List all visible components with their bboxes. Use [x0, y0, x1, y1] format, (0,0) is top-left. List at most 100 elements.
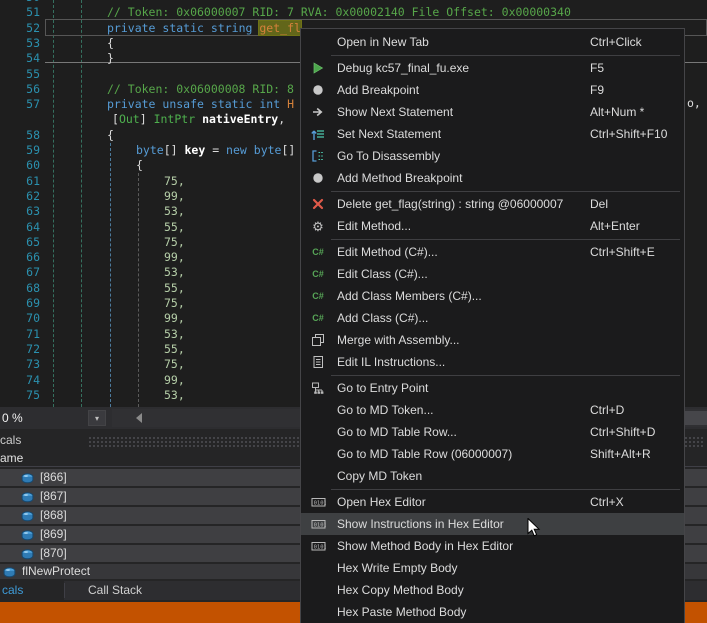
- code-text: 75,: [164, 296, 185, 311]
- line-number: 67: [0, 265, 40, 280]
- code-token: [247, 143, 254, 157]
- code-text: 53,: [164, 265, 185, 280]
- line-number: 58: [0, 128, 40, 143]
- code-token: 55,: [164, 342, 185, 356]
- code-token: =: [205, 143, 226, 157]
- code-token: 75,: [164, 357, 185, 371]
- code-token: 53,: [164, 388, 185, 402]
- svg-text:0101: 0101: [313, 545, 325, 551]
- menu-item[interactable]: Hex Write Empty Body: [301, 557, 684, 579]
- code-token: // Token: 0x06000007 RID: 7 RVA: 0x00002…: [107, 5, 571, 19]
- line-number: 59: [0, 143, 40, 158]
- menu-item[interactable]: C#Add Class (C#)...: [301, 307, 684, 329]
- menu-item-label: Edit IL Instructions...: [335, 355, 590, 369]
- menu-item[interactable]: Go to Entry Point: [301, 377, 684, 399]
- menu-item[interactable]: 0101Show Method Body in Hex Editor: [301, 535, 684, 557]
- code-token: byte: [136, 143, 164, 157]
- code-text: 99,: [164, 373, 185, 388]
- variable-icon: [21, 510, 34, 527]
- menu-item-shortcut: Ctrl+X: [590, 495, 684, 509]
- code-token: 99,: [164, 250, 185, 264]
- code-token: 99,: [164, 373, 185, 387]
- menu-item[interactable]: Merge with Assembly...: [301, 329, 684, 351]
- menu-item-label: Edit Method...: [335, 219, 590, 233]
- code-text: {: [107, 36, 114, 51]
- menu-item[interactable]: Edit IL Instructions...: [301, 351, 684, 373]
- menu-item[interactable]: Go to MD Token...Ctrl+D: [301, 399, 684, 421]
- menu-item-shortcut: Ctrl+Shift+F10: [590, 127, 684, 141]
- line-number: 63: [0, 204, 40, 219]
- code-token: static: [162, 21, 204, 35]
- menu-item-highlighted[interactable]: 0101Show Instructions in Hex Editor: [301, 513, 684, 535]
- code-text: 55,: [164, 281, 185, 296]
- menu-item[interactable]: ⚙Edit Method...Alt+Enter: [301, 215, 684, 237]
- code-text: 53,: [164, 327, 185, 342]
- variable-icon: [3, 567, 16, 582]
- il-document-icon: [301, 355, 335, 369]
- menu-item-label: Debug kc57_final_fu.exe: [335, 61, 590, 75]
- menu-item-label: Show Next Statement: [335, 105, 590, 119]
- menu-item-label: Copy MD Token: [335, 469, 590, 483]
- tab-call-stack-label: Call Stack: [88, 583, 142, 597]
- code-text: private unsafe static int H: [107, 97, 294, 112]
- code-token: unsafe: [162, 97, 204, 111]
- variable-name: [869]: [40, 526, 67, 543]
- highlighted-method-token: get_fl: [259, 21, 301, 35]
- menu-item[interactable]: C#Add Class Members (C#)...: [301, 285, 684, 307]
- menu-item-label: Hex Copy Method Body: [335, 583, 590, 597]
- menu-item-shortcut: F9: [590, 83, 684, 97]
- menu-item-shortcut: Del: [590, 197, 684, 211]
- menu-item-label: Go to MD Table Row (06000007): [335, 447, 590, 461]
- menu-item[interactable]: Copy MD Token: [301, 465, 684, 487]
- menu-item[interactable]: Debug kc57_final_fu.exeF5: [301, 57, 684, 79]
- hex-editor-icon: 0101: [301, 517, 335, 531]
- line-number: 74: [0, 373, 40, 388]
- menu-item-shortcut: Alt+Num *: [590, 105, 684, 119]
- code-token: 53,: [164, 204, 185, 218]
- menu-item[interactable]: Go to MD Table Row...Ctrl+Shift+D: [301, 421, 684, 443]
- code-token: H: [287, 97, 294, 111]
- tab-locals[interactable]: cals: [0, 581, 64, 600]
- context-menu: Open in New TabCtrl+Click Debug kc57_fina…: [300, 28, 685, 623]
- menu-item[interactable]: Add BreakpointF9: [301, 79, 684, 101]
- menu-item[interactable]: Go to MD Table Row (06000007)Shift+Alt+R: [301, 443, 684, 465]
- line-number: 62: [0, 189, 40, 204]
- scroll-left-arrow-icon[interactable]: [136, 413, 142, 423]
- menu-item[interactable]: C#Edit Class (C#)...: [301, 263, 684, 285]
- menu-item-shortcut: Shift+Alt+R: [590, 447, 684, 461]
- show-next-statement-icon: [301, 105, 335, 119]
- code-text: // Token: 0x06000008 RID: 8: [107, 82, 294, 97]
- set-next-statement-icon: [301, 127, 335, 141]
- zoom-dropdown-button[interactable]: ▾: [88, 410, 106, 426]
- menu-item[interactable]: Set Next StatementCtrl+Shift+F10: [301, 123, 684, 145]
- menu-item[interactable]: Add Method Breakpoint: [301, 167, 684, 189]
- menu-item-label: Delete get_flag(string) : string @060000…: [335, 197, 590, 211]
- line-number: 75: [0, 388, 40, 403]
- menu-item[interactable]: Hex Copy Method Body: [301, 579, 684, 601]
- menu-item[interactable]: 0101Open Hex EditorCtrl+X: [301, 491, 684, 513]
- code-token: string: [211, 21, 253, 35]
- menu-item-label: Go to MD Table Row...: [335, 425, 590, 439]
- menu-item-label: Add Breakpoint: [335, 83, 590, 97]
- csharp-icon: C#: [301, 269, 335, 279]
- code-text: 53,: [164, 204, 185, 219]
- menu-item[interactable]: Hex Paste Method Body: [301, 601, 684, 623]
- code-fragment-right-of-menu: o,: [687, 96, 701, 110]
- menu-item[interactable]: Go To Disassembly: [301, 145, 684, 167]
- code-text: private static string get_fl: [107, 21, 301, 36]
- tab-call-stack[interactable]: Call Stack: [88, 581, 142, 600]
- code-line[interactable]: 51// Token: 0x06000007 RID: 7 RVA: 0x000…: [0, 5, 707, 21]
- menu-item[interactable]: Delete get_flag(string) : string @060000…: [301, 193, 684, 215]
- code-token: private: [107, 21, 155, 35]
- menu-item-shortcut: Ctrl+D: [590, 403, 684, 417]
- menu-item[interactable]: Open in New TabCtrl+Click: [301, 31, 684, 53]
- variable-name: [867]: [40, 488, 67, 505]
- code-token: 53,: [164, 327, 185, 341]
- line-number: 72: [0, 342, 40, 357]
- code-token: ,: [278, 112, 285, 126]
- line-number: 55: [0, 67, 40, 82]
- menu-item[interactable]: Show Next StatementAlt+Num *: [301, 101, 684, 123]
- csharp-icon: C#: [301, 247, 335, 257]
- menu-item[interactable]: C#Edit Method (C#)...Ctrl+Shift+E: [301, 241, 684, 263]
- locals-panel-title: cals: [0, 433, 21, 447]
